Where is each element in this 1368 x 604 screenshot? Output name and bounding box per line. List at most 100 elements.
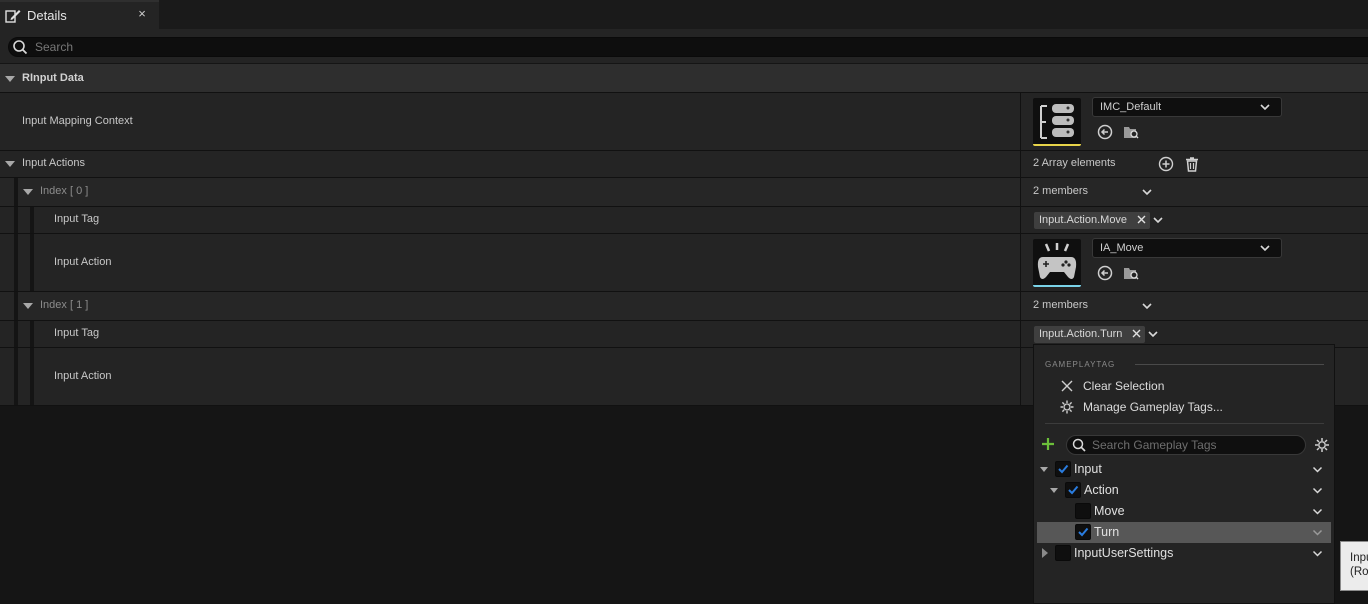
triangle-down-icon[interactable] [5,161,15,167]
add-tag-icon[interactable] [1041,437,1055,451]
input-mapping-asset-icon [1040,104,1074,139]
tag-tree-label: Move [1094,504,1125,518]
mapping-context-combo[interactable]: IMC_Default [1092,97,1282,117]
folder-search-icon[interactable] [1123,265,1139,281]
row-index-0-input-action: Input Action IA_Move [0,234,1368,292]
section-header: GAMEPLAYTAG [1045,360,1116,369]
chevron-down-icon[interactable] [1312,485,1323,496]
chevron-down-icon[interactable] [1312,548,1323,559]
members-count: 2 members [1033,299,1089,311]
tag-tree-label: InputUserSettings [1074,546,1174,560]
indent-bar [14,348,18,405]
column-splitter[interactable] [1020,234,1021,291]
property-label: Input Tag [54,327,100,339]
column-splitter[interactable] [1020,292,1021,320]
gameplay-tag-chip[interactable]: Input.Action.Move [1034,212,1150,229]
property-label: Input Mapping Context [22,115,133,127]
column-splitter[interactable] [1020,151,1021,177]
close-icon [1061,380,1073,392]
indent-bar [14,292,18,320]
row-index-0[interactable]: Index [ 0 ] 2 members [0,178,1368,207]
search-field[interactable] [8,37,1368,57]
checkbox-checked[interactable] [1055,461,1071,477]
tag-tree-label: Turn [1094,525,1120,539]
triangle-right-icon[interactable] [1041,548,1049,558]
divider [1135,364,1324,365]
chevron-down-icon[interactable] [1141,300,1153,312]
trash-icon[interactable] [1184,156,1200,172]
property-label: Input Tag [54,213,100,225]
input-action-combo[interactable]: IA_Move [1092,238,1282,258]
tab-bar [0,0,1368,29]
array-count: 2 Array elements [1033,157,1116,169]
checkmark-icon [1058,464,1069,474]
chevron-down-icon[interactable] [1147,328,1159,340]
tag-tree-item-input[interactable]: Input [1037,459,1331,480]
input-action-thumbnail[interactable] [1033,239,1081,287]
magnifier-icon [1072,438,1086,452]
row-index-0-input-tag: Input Tag Input.Action.Move [0,207,1368,234]
chevron-down-icon[interactable] [1312,506,1323,517]
arrow-left-circle-icon[interactable] [1097,265,1113,281]
tooltip-line: (Ro [1350,566,1368,578]
checkbox-unchecked[interactable] [1075,503,1091,519]
plus-circle-icon[interactable] [1158,156,1174,172]
triangle-down-icon[interactable] [1050,488,1058,493]
mapping-context-thumbnail[interactable] [1033,98,1081,146]
tag-tree-item-inputusersettings[interactable]: InputUserSettings [1037,543,1331,564]
members-count: 2 members [1033,185,1089,197]
column-splitter[interactable] [1020,93,1021,150]
gameplay-tag-chip[interactable]: Input.Action.Turn [1034,326,1145,343]
tag-tree-item-move[interactable]: Move [1037,501,1331,522]
gear-icon [1060,400,1074,414]
category-rinput-data[interactable]: RInput Data [0,64,1368,93]
chevron-down-icon[interactable] [1312,527,1323,538]
close-icon[interactable] [1136,214,1147,225]
checkbox-checked[interactable] [1075,524,1091,540]
triangle-down-icon[interactable] [1040,467,1048,472]
property-label: Input Action [54,256,112,268]
property-label: Input Actions [22,157,85,169]
chevron-down-icon [1260,104,1270,111]
row-index-1[interactable]: Index [ 1 ] 2 members [0,292,1368,321]
indent-bar [30,321,34,347]
tag-text: Input.Action.Turn [1039,328,1123,340]
arrow-left-circle-icon[interactable] [1097,124,1113,140]
tag-tree-item-turn[interactable]: Turn [1037,522,1331,543]
triangle-down-icon[interactable] [23,303,33,309]
column-splitter[interactable] [1020,348,1021,405]
close-icon[interactable]: × [134,6,150,24]
tag-tree-label: Action [1084,483,1119,497]
property-label: Input Action [54,370,112,382]
clear-selection-item[interactable]: Clear Selection [1034,376,1334,396]
tooltip: Inpu (Ro [1340,541,1368,591]
tag-tree-label: Input [1074,462,1102,476]
tag-tree-item-action[interactable]: Action [1037,480,1331,501]
indent-bar [14,207,18,233]
tag-search-input[interactable] [1092,438,1292,452]
row-input-actions[interactable]: Input Actions 2 Array elements [0,151,1368,178]
manage-gameplay-tags-item[interactable]: Manage Gameplay Tags... [1034,397,1334,417]
triangle-down-icon[interactable] [5,76,15,82]
gameplay-tag-picker: GAMEPLAYTAG Clear Selection Manage Gamep… [1033,344,1335,604]
column-splitter[interactable] [1020,321,1021,347]
checkbox-checked[interactable] [1065,482,1081,498]
combo-value: IMC_Default [1100,101,1162,113]
folder-search-icon[interactable] [1123,124,1139,140]
triangle-down-icon[interactable] [23,189,33,195]
details-tab[interactable]: Details × [0,0,159,29]
search-input[interactable] [35,39,635,55]
checkmark-icon [1068,485,1079,495]
column-splitter[interactable] [1020,178,1021,206]
chevron-down-icon[interactable] [1312,464,1323,475]
gear-icon[interactable] [1314,437,1330,453]
gamepad-asset-icon [1037,243,1077,279]
indent-bar [14,321,18,347]
column-splitter[interactable] [1020,207,1021,233]
chevron-down-icon[interactable] [1141,186,1153,198]
checkbox-unchecked[interactable] [1055,545,1071,561]
chevron-down-icon[interactable] [1152,214,1164,226]
index-label: Index [ 0 ] [40,185,89,197]
close-icon[interactable] [1131,328,1142,339]
tag-search-field[interactable] [1066,435,1306,455]
